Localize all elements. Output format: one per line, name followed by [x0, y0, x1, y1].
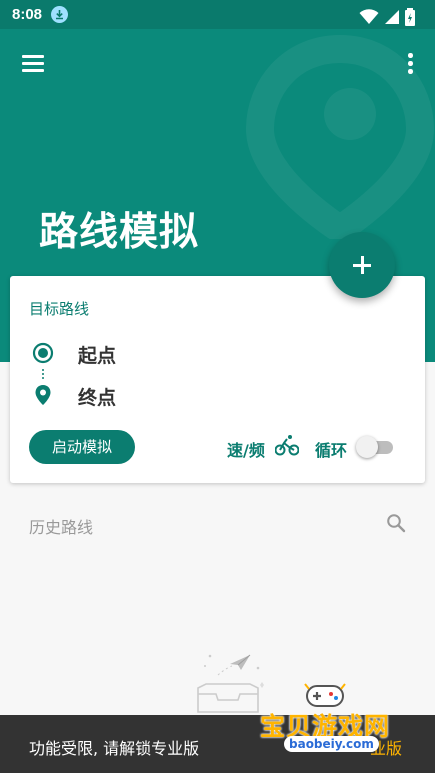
history-title: 历史路线: [29, 518, 94, 537]
start-point-label: 起点: [78, 345, 117, 367]
bicycle-icon[interactable]: [275, 433, 299, 457]
wifi-icon: [359, 8, 379, 24]
site-watermark: 宝贝游戏网 baobeiy.com: [258, 680, 408, 760]
more-options-button[interactable]: [405, 51, 415, 75]
download-icon: [51, 6, 68, 23]
status-bar: 8:08: [0, 0, 435, 29]
card-title: 目标路线: [29, 300, 90, 318]
loop-label: 循环: [315, 441, 348, 460]
route-connector: [42, 369, 44, 381]
watermark-url: baobeiy.com: [284, 736, 379, 752]
start-simulation-button[interactable]: 启动模拟: [29, 430, 135, 464]
snackbar-message: 功能受限, 请解锁专业版: [29, 739, 200, 758]
signal-icon: [384, 9, 399, 24]
add-route-button[interactable]: [329, 232, 395, 298]
end-point-pin-icon: [35, 385, 51, 405]
end-point-label: 终点: [78, 387, 117, 409]
toggle-thumb: [356, 436, 378, 458]
search-icon[interactable]: [386, 513, 406, 533]
speed-frequency-label[interactable]: 速/频: [227, 437, 265, 461]
target-route-card: 目标路线 起点 终点 启动模拟 速/频 循环: [10, 276, 425, 483]
gamepad-icon: [304, 683, 346, 707]
loop-toggle[interactable]: [356, 435, 394, 459]
battery-icon: [405, 7, 415, 26]
start-point-icon: [32, 342, 54, 364]
status-time: 8:08: [12, 6, 43, 23]
page-title: 路线模拟: [39, 210, 200, 255]
empty-history-illustration: [197, 654, 264, 713]
menu-button[interactable]: [22, 53, 46, 73]
